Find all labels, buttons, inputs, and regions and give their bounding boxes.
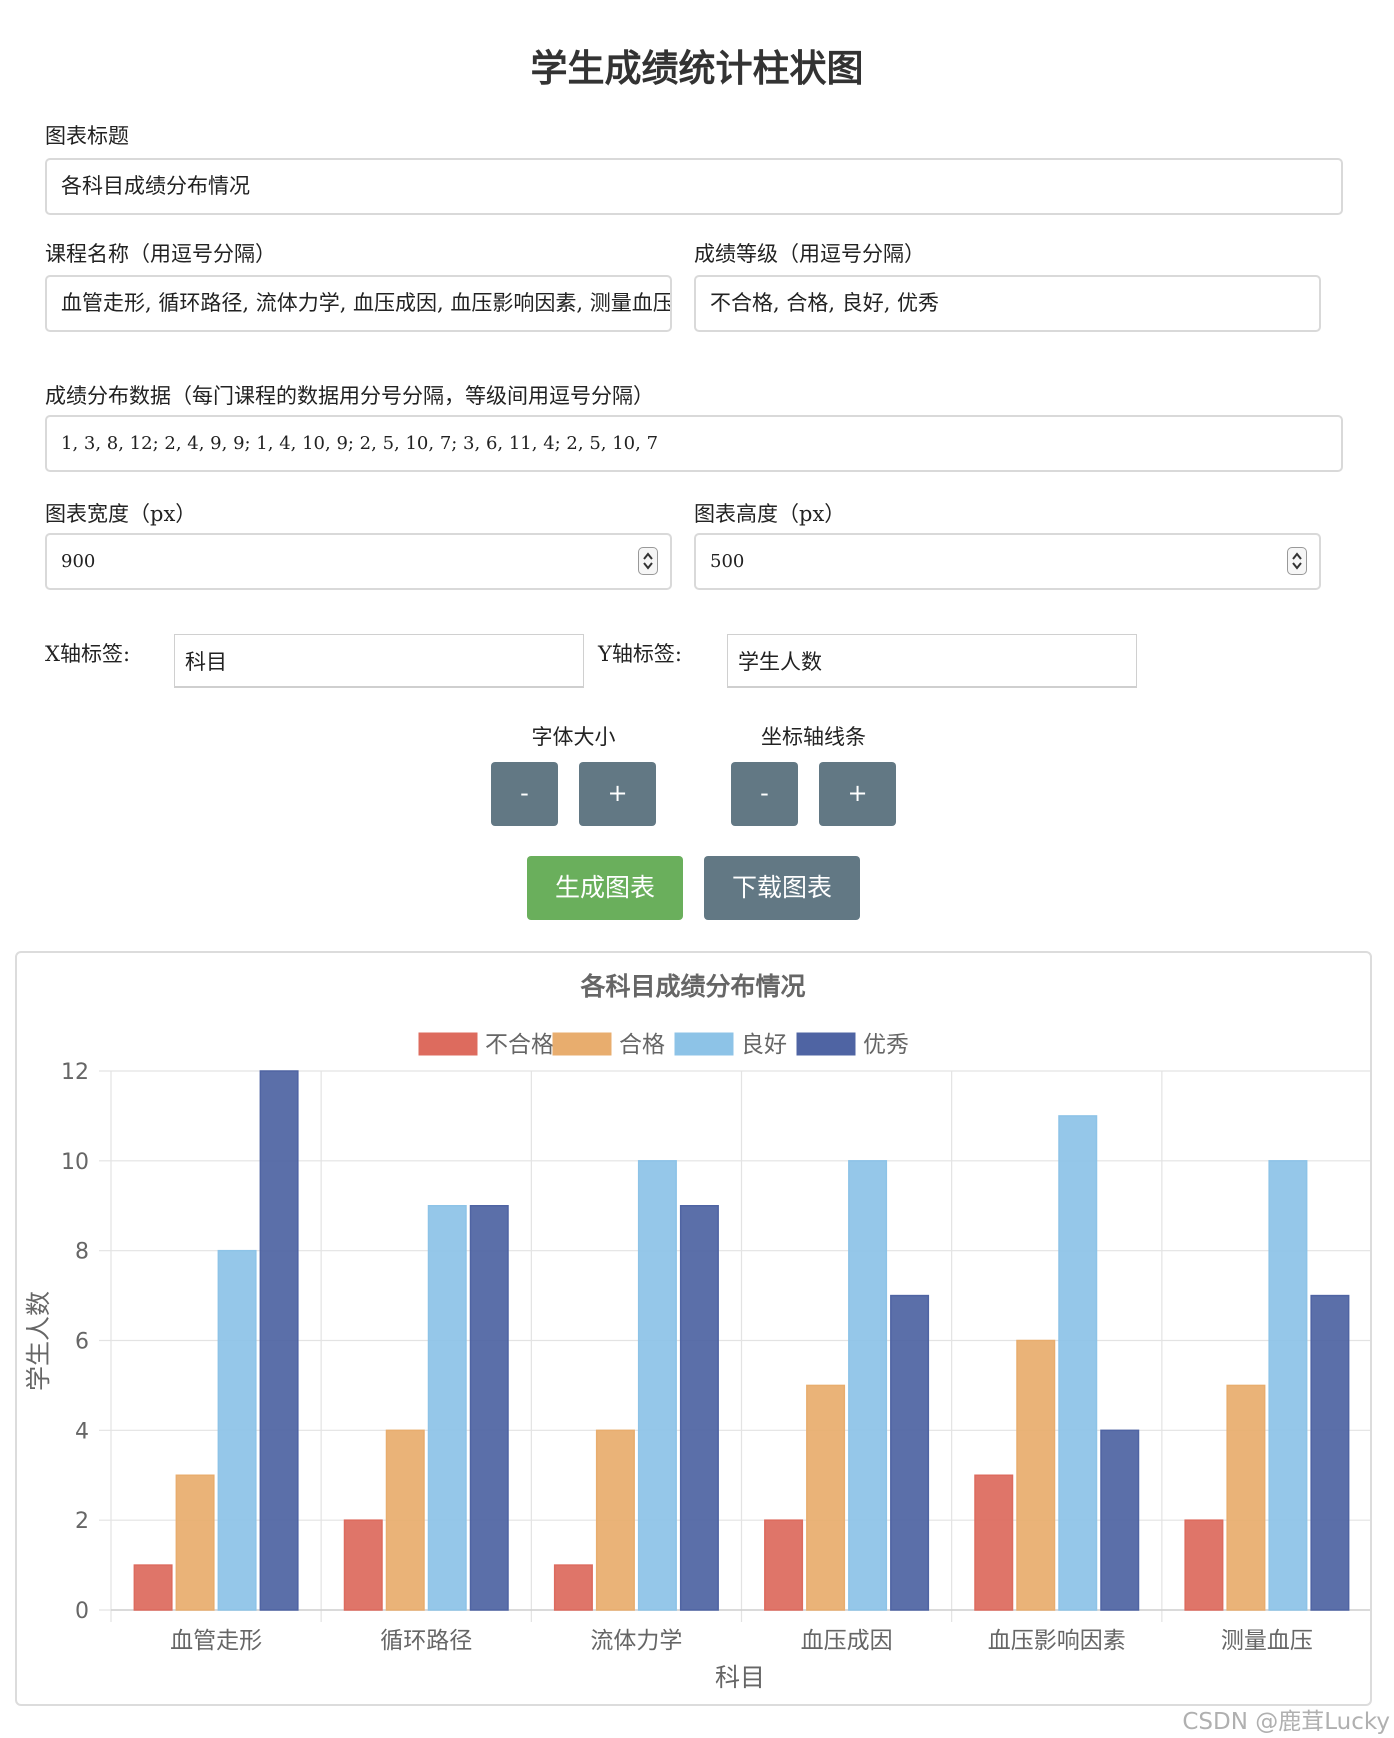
bar-合格-循环路径 xyxy=(385,1429,425,1611)
bar-合格-血压影响因素 xyxy=(1016,1339,1056,1611)
x-axis-label: X轴标签: xyxy=(45,642,131,666)
x-axis-title: 科目 xyxy=(715,1663,765,1692)
bar-合格-测量血压 xyxy=(1226,1384,1266,1611)
bar-不合格-血管走形 xyxy=(133,1564,173,1611)
chart-container: 各科目成绩分布情况不合格 合格 良好 优秀 0 2 4 6 8 10 12 血管走形 循环路径 流体力学 血… xyxy=(15,951,1372,1706)
chart-title-label: 图表标题 xyxy=(45,124,129,148)
x-axis-input[interactable]: 科目 xyxy=(174,634,584,688)
generate-chart-button[interactable]: 生成图表 xyxy=(527,856,683,920)
y-tick-label-5: 10 xyxy=(61,1150,89,1175)
bar-不合格-血压成因 xyxy=(764,1519,804,1611)
y-tick-label-6: 12 xyxy=(61,1060,89,1085)
height-label: 图表高度（px） xyxy=(694,502,846,526)
y-tick-label-3: 6 xyxy=(75,1330,89,1355)
bar-优秀-循环路径 xyxy=(469,1205,509,1611)
y-tick-label-4: 8 xyxy=(75,1240,89,1265)
bar-合格-血压成因 xyxy=(806,1384,846,1611)
width-input[interactable]: 900 xyxy=(45,533,672,590)
width-spinner[interactable] xyxy=(638,547,658,575)
height-spinner[interactable] xyxy=(1287,547,1307,575)
bar-chart: 各科目成绩分布情况不合格 合格 良好 优秀 0 2 4 6 8 10 12 血管走形 循环路径 流体力学 血… xyxy=(24,972,1370,1692)
data-input[interactable]: 1, 3, 8, 12; 2, 4, 9, 9; 1, 4, 10, 9; 2,… xyxy=(45,415,1343,472)
y-tick-label-0: 0 xyxy=(75,1599,89,1624)
bar-优秀-测量血压 xyxy=(1310,1294,1350,1611)
bar-优秀-血压影响因素 xyxy=(1100,1429,1140,1611)
bar-不合格-循环路径 xyxy=(343,1519,383,1611)
axis-line-increase-button[interactable]: + xyxy=(819,762,896,826)
bar-不合格-血压影响因素 xyxy=(974,1474,1014,1611)
watermark: CSDN @鹿茸Lucky xyxy=(1182,1709,1390,1735)
x-tick-label-0: 血管走形 xyxy=(170,1628,262,1654)
grades-label: 成绩等级（用逗号分隔） xyxy=(694,242,925,266)
bar-优秀-流体力学 xyxy=(679,1205,719,1611)
height-input[interactable]: 500 xyxy=(694,533,1321,590)
bar-不合格-流体力学 xyxy=(553,1564,593,1611)
courses-label: 课程名称（用逗号分隔） xyxy=(45,242,276,266)
y-tick-label-2: 4 xyxy=(75,1419,89,1444)
data-label: 成绩分布数据（每门课程的数据用分号分隔，等级间用逗号分隔） xyxy=(45,384,654,408)
axis-line-label: 坐标轴线条 xyxy=(761,725,866,749)
x-tick-label-5: 测量血压 xyxy=(1221,1628,1313,1654)
width-value: 900 xyxy=(61,551,96,572)
legend-label-2: 良好 xyxy=(741,1032,787,1058)
font-size-label: 字体大小 xyxy=(531,725,616,749)
bar-合格-血管走形 xyxy=(175,1474,215,1611)
x-tick-label-2: 流体力学 xyxy=(590,1628,682,1654)
legend-label-3: 优秀 xyxy=(863,1032,909,1058)
chart-title-input[interactable]: 各科目成绩分布情况 xyxy=(45,158,1343,215)
x-tick-label-3: 血压成因 xyxy=(801,1628,893,1654)
legend-swatch-3 xyxy=(796,1032,856,1056)
bar-合格-流体力学 xyxy=(595,1429,635,1611)
legend-label-1: 合格 xyxy=(619,1032,665,1058)
x-tick-label-4: 血压影响因素 xyxy=(988,1628,1126,1654)
height-value: 500 xyxy=(710,551,745,572)
y-axis-label: Y轴标签: xyxy=(598,642,682,666)
grades-input[interactable]: 不合格, 合格, 良好, 优秀 xyxy=(694,275,1321,332)
axis-line-decrease-button[interactable]: - xyxy=(731,762,798,826)
chart-title: 各科目成绩分布情况 xyxy=(579,972,805,1001)
bar-良好-流体力学 xyxy=(637,1160,677,1611)
width-label: 图表宽度（px） xyxy=(45,502,197,526)
legend-label-0: 不合格 xyxy=(485,1032,554,1058)
bar-优秀-血压成因 xyxy=(890,1294,930,1611)
legend-swatch-1 xyxy=(552,1032,612,1056)
y-axis-input[interactable]: 学生人数 xyxy=(727,634,1137,688)
bar-良好-血压成因 xyxy=(848,1160,888,1611)
download-chart-button[interactable]: 下载图表 xyxy=(704,856,860,920)
font-size-increase-button[interactable]: + xyxy=(579,762,656,826)
bar-优秀-血管走形 xyxy=(259,1070,299,1611)
bar-良好-测量血压 xyxy=(1268,1160,1308,1611)
legend-swatch-0 xyxy=(418,1032,478,1056)
courses-input[interactable]: 血管走形, 循环路径, 流体力学, 血压成因, 血压影响因素, 测量血压 xyxy=(45,275,672,332)
font-size-decrease-button[interactable]: - xyxy=(491,762,558,826)
bar-不合格-测量血压 xyxy=(1184,1519,1224,1611)
bar-良好-血压影响因素 xyxy=(1058,1115,1098,1611)
bar-良好-循环路径 xyxy=(427,1205,467,1611)
y-axis-title: 学生人数 xyxy=(24,1291,53,1391)
y-tick-label-1: 2 xyxy=(75,1509,89,1534)
x-tick-label-1: 循环路径 xyxy=(380,1628,472,1654)
page-title: 学生成绩统计柱状图 xyxy=(530,46,864,90)
bar-良好-血管走形 xyxy=(217,1249,257,1611)
legend-swatch-2 xyxy=(674,1032,734,1056)
